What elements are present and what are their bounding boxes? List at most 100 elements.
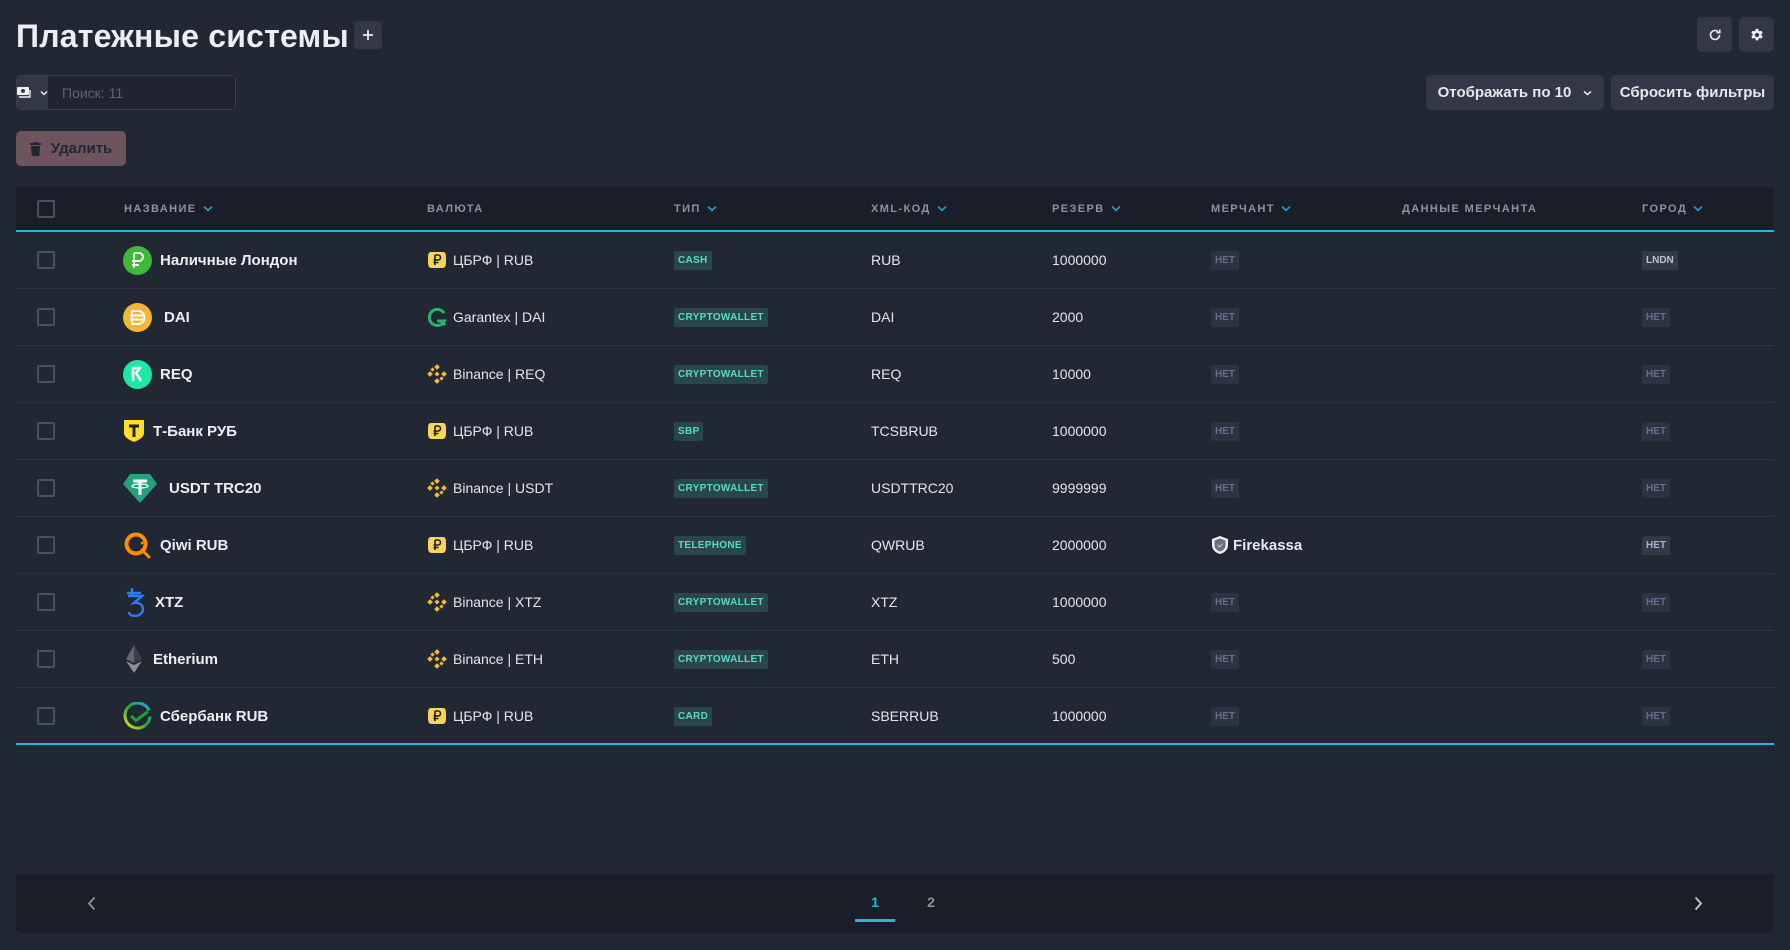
merchant-cell: НЕТ [1211, 289, 1239, 345]
refresh-button[interactable] [1697, 17, 1732, 52]
per-page-dropdown[interactable]: Отображать по 10 [1426, 75, 1604, 110]
type-cell: CRYPTOWALLET [674, 631, 768, 687]
table-body: Наличные Лондон ЦБРФ | RUB CASH RUB 1000… [16, 232, 1774, 745]
row-checkbox[interactable] [37, 479, 55, 497]
sort-chevron-icon[interactable] [1111, 205, 1121, 212]
binance-icon [427, 364, 447, 384]
table-row[interactable]: Etherium Binance | ETH CRYPTOWALLET ETH … [16, 631, 1774, 688]
merchant-none-badge: НЕТ [1211, 250, 1239, 270]
payment-system-name[interactable]: Наличные Лондон [160, 252, 298, 269]
column-city-label: ГОРОД [1642, 202, 1688, 215]
select-all-checkbox[interactable] [37, 199, 55, 218]
column-header-xml[interactable]: XML-КОД [871, 187, 947, 230]
tbank-icon [123, 419, 145, 443]
sort-chevron-icon[interactable] [1281, 205, 1291, 212]
qiwi-icon [123, 531, 152, 560]
currency-cell: Binance | USDT [427, 460, 553, 516]
reserve-cell: 1000000 [1052, 403, 1107, 459]
city-cell: НЕТ [1642, 517, 1670, 573]
sort-chevron-icon[interactable] [707, 205, 717, 212]
payment-system-name[interactable]: DAI [164, 309, 190, 326]
currency-cell: ЦБРФ | RUB [427, 403, 533, 459]
table-row[interactable]: DAI Garantex | DAI CRYPTOWALLET DAI 2000… [16, 289, 1774, 346]
sort-chevron-icon[interactable] [1693, 205, 1703, 212]
settings-button[interactable] [1739, 17, 1774, 52]
row-checkbox[interactable] [37, 251, 55, 269]
currency-label: ЦБРФ | RUB [453, 252, 534, 268]
payment-system-name[interactable]: Сбербанк RUB [160, 708, 268, 725]
delete-button[interactable]: Удалить [16, 131, 126, 166]
reserve-value: 1000000 [1052, 594, 1107, 610]
reserve-value: 9999999 [1052, 480, 1107, 496]
payment-system-name[interactable]: Qiwi RUB [160, 537, 228, 554]
currency-cell: ЦБРФ | RUB [427, 688, 533, 744]
row-checkbox[interactable] [37, 308, 55, 326]
select-cell [37, 289, 55, 345]
table-row[interactable]: XTZ Binance | XTZ CRYPTOWALLET XTZ 10000… [16, 574, 1774, 631]
page-button-1[interactable]: 1 [855, 892, 895, 922]
select-cell [37, 517, 55, 573]
reserve-value: 1000000 [1052, 708, 1107, 724]
header-select-all-cell [37, 187, 55, 230]
previous-page-button[interactable] [76, 874, 106, 933]
table-row[interactable]: USDT TRC20 Binance | USDT CRYPTOWALLET U… [16, 460, 1774, 517]
gear-icon [1750, 28, 1763, 40]
city-cell: НЕТ [1642, 574, 1670, 630]
next-page-button[interactable] [1683, 874, 1713, 933]
table-row[interactable]: Сбербанк RUB ЦБРФ | RUB CARD SBERRUB 100… [16, 688, 1774, 745]
table-row[interactable]: Наличные Лондон ЦБРФ | RUB CASH RUB 1000… [16, 232, 1774, 289]
payment-system-name[interactable]: Etherium [153, 651, 218, 668]
xml-code: DAI [871, 309, 895, 325]
reserve-cell: 10000 [1052, 346, 1091, 402]
row-checkbox[interactable] [37, 707, 55, 725]
name-cell: XTZ [123, 574, 183, 630]
type-badge: CRYPTOWALLET [674, 592, 768, 612]
xml-code-cell: TCSBRUB [871, 403, 938, 459]
currency-label: ЦБРФ | RUB [453, 537, 534, 553]
xml-code-cell: RUB [871, 232, 901, 288]
refresh-icon [1709, 29, 1721, 40]
type-badge: CASH [674, 250, 712, 270]
currency-cell: Binance | XTZ [427, 574, 541, 630]
sort-chevron-icon[interactable] [937, 205, 947, 212]
dai-icon [123, 302, 152, 332]
payment-system-name[interactable]: USDT TRC20 [169, 480, 262, 497]
tezos-icon [123, 587, 147, 617]
row-checkbox[interactable] [37, 536, 55, 554]
name-cell: Т-Банк РУБ [123, 403, 237, 459]
merchant-name[interactable]: Firekassa [1233, 537, 1302, 554]
payment-system-name[interactable]: Т-Банк РУБ [153, 423, 237, 440]
table-row[interactable]: REQ Binance | REQ CRYPTOWALLET REQ 10000… [16, 346, 1774, 403]
add-payment-system-button[interactable] [354, 21, 382, 49]
column-header-name[interactable]: НАЗВАНИЕ [124, 187, 213, 230]
select-cell [37, 631, 55, 687]
column-header-city[interactable]: ГОРОД [1642, 187, 1703, 230]
reset-filters-button[interactable]: Сбросить фильтры [1611, 75, 1774, 110]
row-checkbox[interactable] [37, 365, 55, 383]
search-input[interactable] [48, 76, 235, 109]
type-cell: TELEPHONE [674, 517, 746, 573]
table-row[interactable]: Т-Банк РУБ ЦБРФ | RUB SBP TCSBRUB 100000… [16, 403, 1774, 460]
ruble-yellow-icon [427, 535, 447, 555]
xml-code: XTZ [871, 594, 898, 610]
ruble-yellow-icon [427, 706, 447, 726]
column-header-type[interactable]: ТИП [674, 187, 717, 230]
row-checkbox[interactable] [37, 422, 55, 440]
type-cell: SBP [674, 403, 704, 459]
column-merchant-label: МЕРЧАНТ [1211, 202, 1275, 215]
currency-cell: Binance | REQ [427, 346, 545, 402]
filter-type-dropdown[interactable] [17, 76, 48, 109]
table-row[interactable]: Qiwi RUB ЦБРФ | RUB TELEPHONE QWRUB 2000… [16, 517, 1774, 574]
payment-system-name[interactable]: XTZ [155, 594, 183, 611]
table-header: НАЗВАНИЕ ВАЛЮТА ТИП XML-КОД РЕЗЕРВ МЕРЧА… [16, 187, 1774, 232]
column-header-merchant[interactable]: МЕРЧАНТ [1211, 187, 1291, 230]
city-badge: НЕТ [1642, 592, 1670, 612]
shield-icon [1211, 535, 1229, 555]
row-checkbox[interactable] [37, 650, 55, 668]
page-button-2[interactable]: 2 [911, 892, 951, 922]
row-checkbox[interactable] [37, 593, 55, 611]
column-header-reserve[interactable]: РЕЗЕРВ [1052, 187, 1121, 230]
payment-system-name[interactable]: REQ [160, 366, 193, 383]
currency-label: Garantex | DAI [453, 309, 546, 325]
sort-chevron-icon[interactable] [202, 205, 213, 212]
